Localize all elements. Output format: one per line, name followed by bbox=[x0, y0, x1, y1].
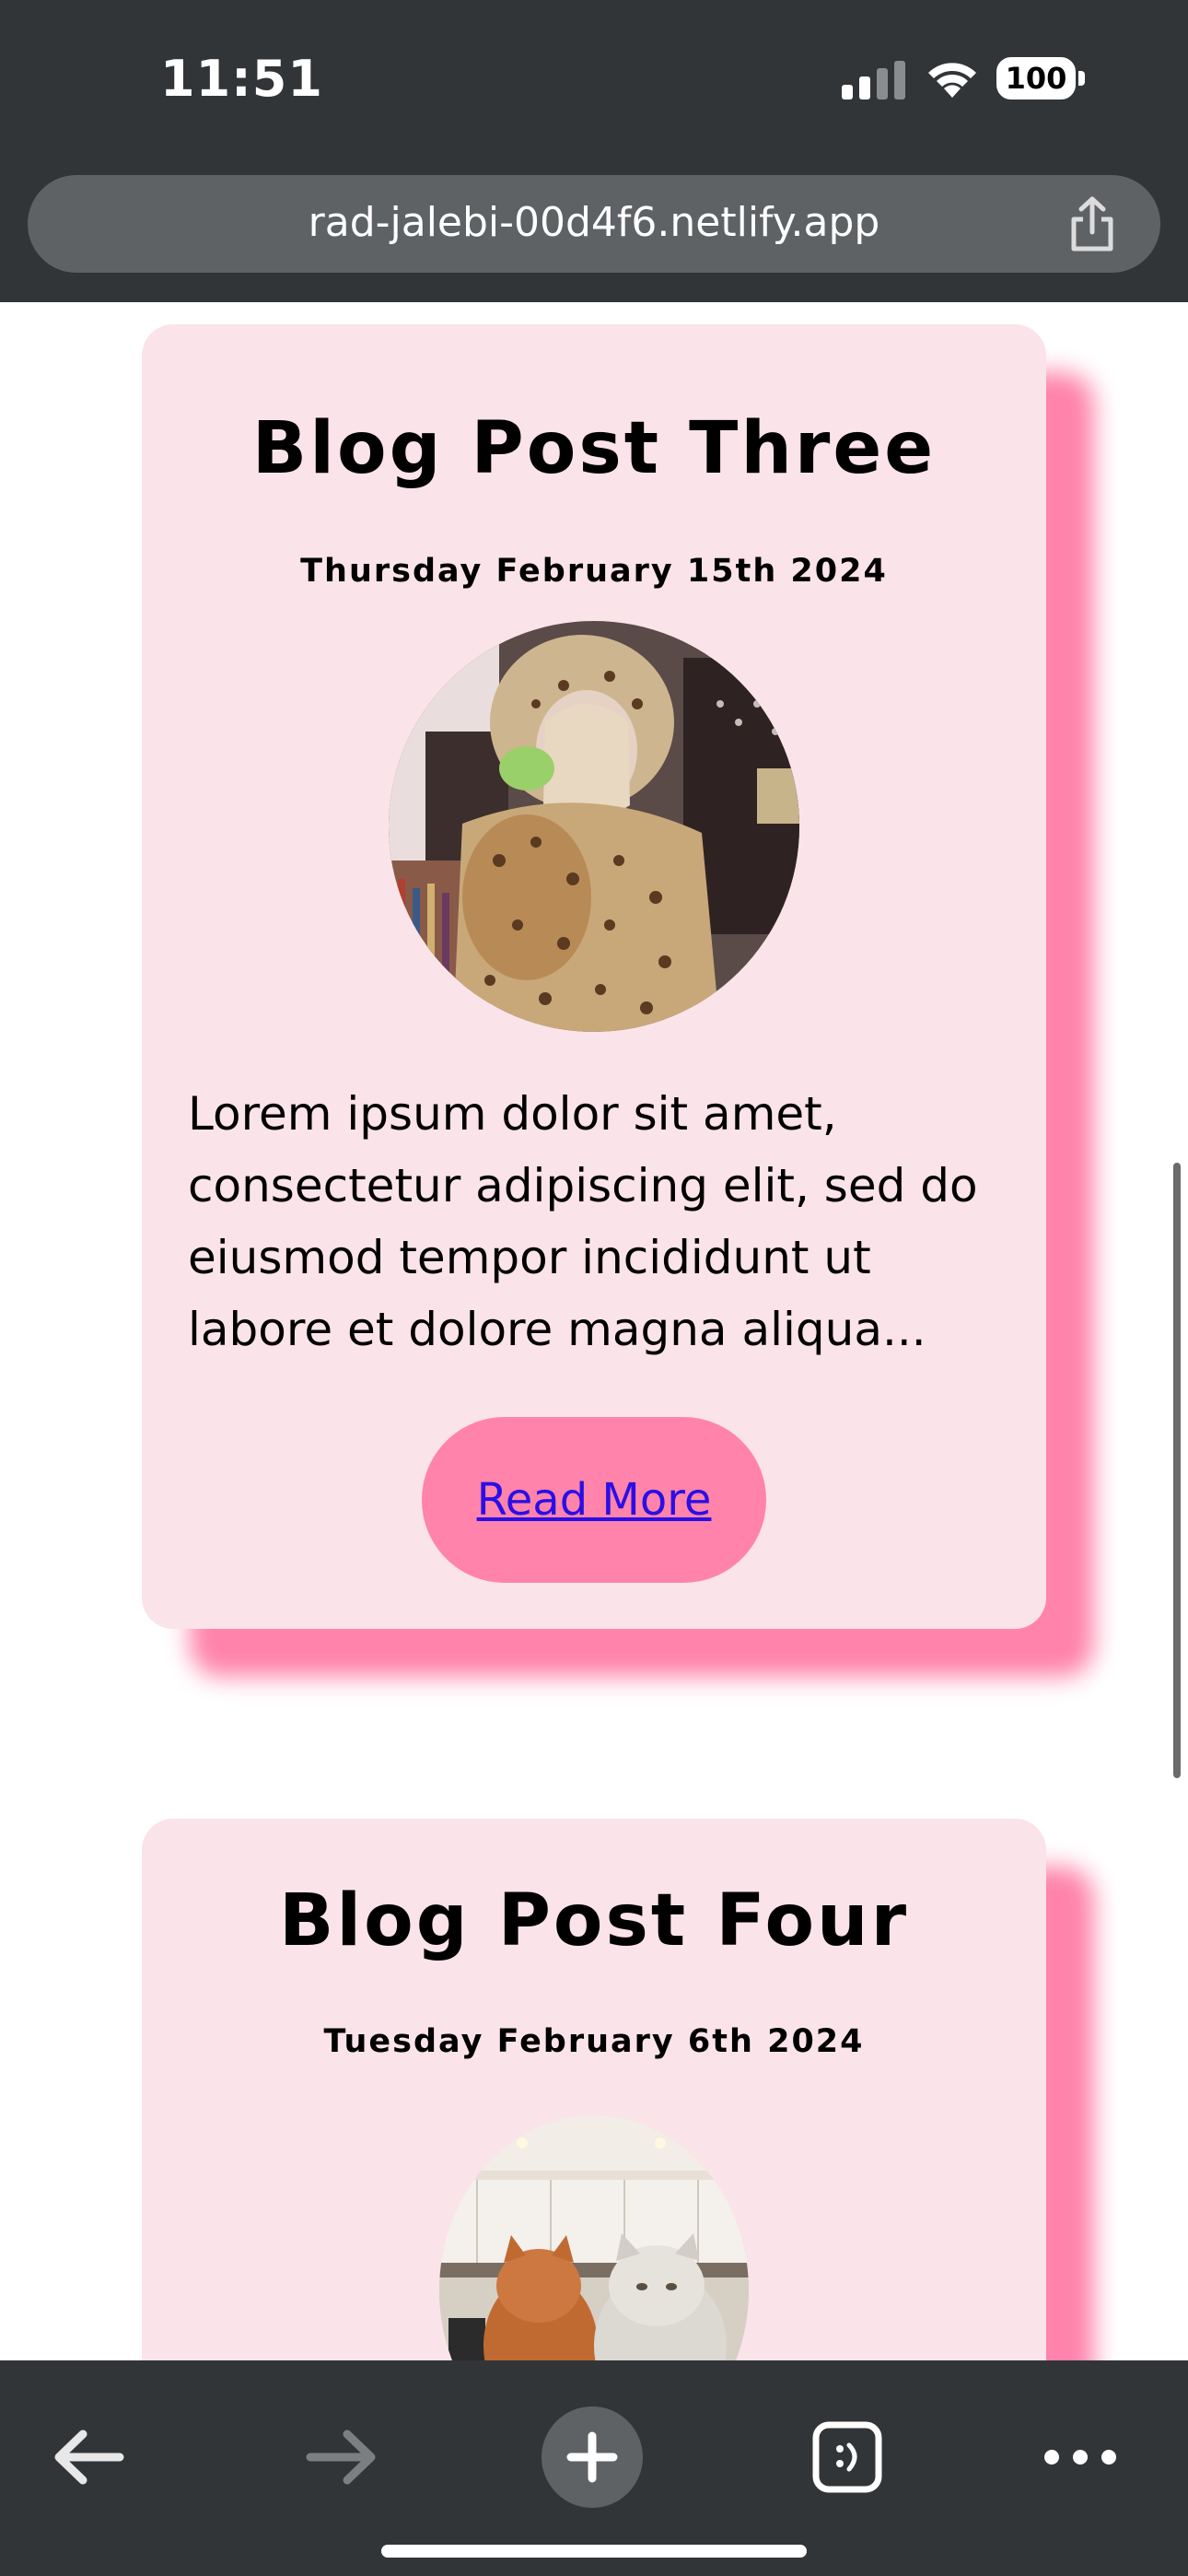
read-more-button[interactable]: Read More bbox=[422, 1417, 766, 1583]
wifi-icon bbox=[928, 63, 976, 98]
new-tab-button[interactable] bbox=[542, 2406, 643, 2508]
battery-level: 100 bbox=[1005, 61, 1067, 96]
browser-top-bar: 11:51 100 rad-jalebi-00d4f6.netlify.app bbox=[0, 0, 1188, 302]
post-excerpt: Lorem ipsum dolor sit amet, consectetur … bbox=[188, 1087, 978, 1356]
more-icon bbox=[1044, 2450, 1116, 2465]
page-scrollbar[interactable] bbox=[1173, 1163, 1181, 1778]
person-with-cat-photo bbox=[389, 621, 799, 1032]
forward-button[interactable] bbox=[290, 2406, 391, 2508]
back-arrow-icon bbox=[54, 2430, 124, 2485]
two-cats-photo bbox=[439, 2115, 749, 2360]
read-more-link[interactable]: Read More bbox=[477, 1474, 712, 1526]
url-text[interactable]: rad-jalebi-00d4f6.netlify.app bbox=[28, 199, 1160, 246]
blog-post-card: Blog Post Four Tuesday February 6th 2024 bbox=[142, 1819, 1046, 2360]
cellular-signal-icon bbox=[842, 61, 905, 100]
tabs-icon bbox=[812, 2421, 882, 2493]
post-date: Thursday February 15th 2024 bbox=[300, 553, 888, 590]
status-time: 11:51 bbox=[160, 50, 323, 108]
more-menu-button[interactable] bbox=[1030, 2406, 1131, 2508]
share-icon[interactable] bbox=[1065, 195, 1120, 254]
back-button[interactable] bbox=[39, 2406, 140, 2508]
blog-post-card: Blog Post Three Thursday February 15th 2… bbox=[142, 324, 1046, 1629]
post-title: Blog Post Three bbox=[251, 407, 937, 490]
plus-icon bbox=[566, 2431, 618, 2483]
post-title: Blog Post Four bbox=[278, 1879, 910, 1962]
address-bar[interactable]: rad-jalebi-00d4f6.netlify.app bbox=[28, 175, 1160, 273]
page-content: Blog Post Three Thursday February 15th 2… bbox=[0, 302, 1188, 2360]
tabs-button[interactable] bbox=[796, 2406, 897, 2508]
forward-arrow-icon bbox=[306, 2430, 376, 2485]
browser-bottom-toolbar bbox=[0, 2360, 1188, 2576]
post-photo bbox=[439, 2115, 749, 2360]
battery-indicator: 100 bbox=[996, 57, 1087, 103]
post-photo bbox=[389, 621, 799, 1032]
post-date: Tuesday February 6th 2024 bbox=[323, 2023, 865, 2060]
home-indicator[interactable] bbox=[381, 2545, 807, 2558]
